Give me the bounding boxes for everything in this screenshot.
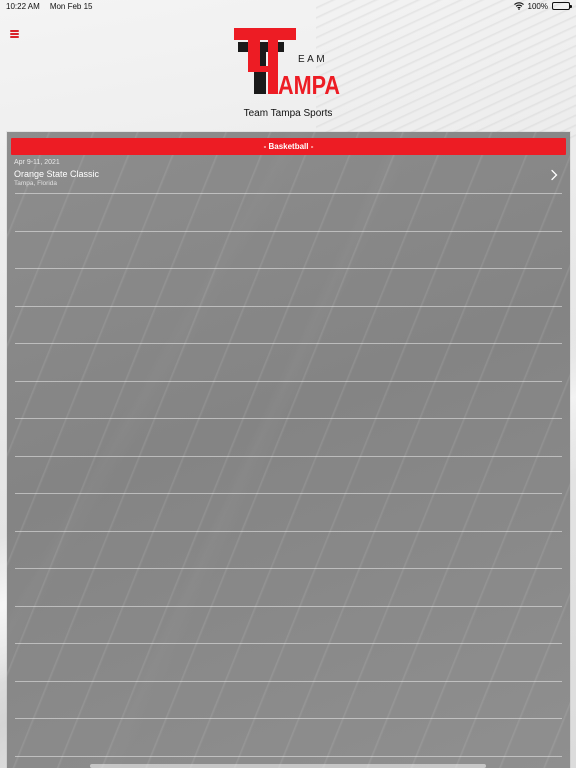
status-time: 10:22 AM <box>6 1 40 11</box>
battery-percent: 100% <box>527 1 548 11</box>
events-panel: - Basketball - Apr 9-11, 2021 Orange Sta… <box>7 132 570 768</box>
row-divider <box>15 193 562 194</box>
site-title: Team Tampa Sports <box>243 108 333 119</box>
row-divider <box>15 343 562 344</box>
row-divider <box>15 456 562 457</box>
wifi-icon <box>513 2 524 10</box>
row-divider <box>15 531 562 532</box>
row-divider <box>15 231 562 232</box>
row-divider <box>15 756 562 757</box>
row-divider <box>15 606 562 607</box>
row-divider <box>15 643 562 644</box>
row-divider <box>15 268 562 269</box>
status-right: 100% <box>513 1 572 11</box>
row-divider <box>15 381 562 382</box>
logo-text-top: EAM <box>298 54 327 65</box>
logo-text-bottom: AMPA <box>278 70 340 98</box>
event-date: Apr 9-11, 2021 <box>14 159 60 166</box>
row-divider <box>15 681 562 682</box>
event-name: Orange State Classic <box>14 169 100 179</box>
status-bar: 10:22 AM Mon Feb 15 100% <box>0 0 576 12</box>
row-divider <box>15 568 562 569</box>
row-divider <box>15 418 562 419</box>
row-divider <box>15 493 562 494</box>
hamburger-menu-icon[interactable] <box>10 30 19 38</box>
home-indicator <box>90 764 486 768</box>
category-label: - Basketball - <box>263 142 314 151</box>
event-row[interactable]: Apr 9-11, 2021 Orange State Classic Tamp… <box>11 157 566 193</box>
status-date: Mon Feb 15 <box>49 1 93 11</box>
team-tampa-logo: EAM AMPA <box>234 26 342 100</box>
row-divider <box>15 718 562 719</box>
category-header-basketball: - Basketball - <box>11 138 566 155</box>
chevron-right-icon <box>550 168 558 181</box>
row-divider <box>15 306 562 307</box>
battery-icon <box>552 2 572 10</box>
event-location: Tampa, Florida <box>14 180 57 187</box>
